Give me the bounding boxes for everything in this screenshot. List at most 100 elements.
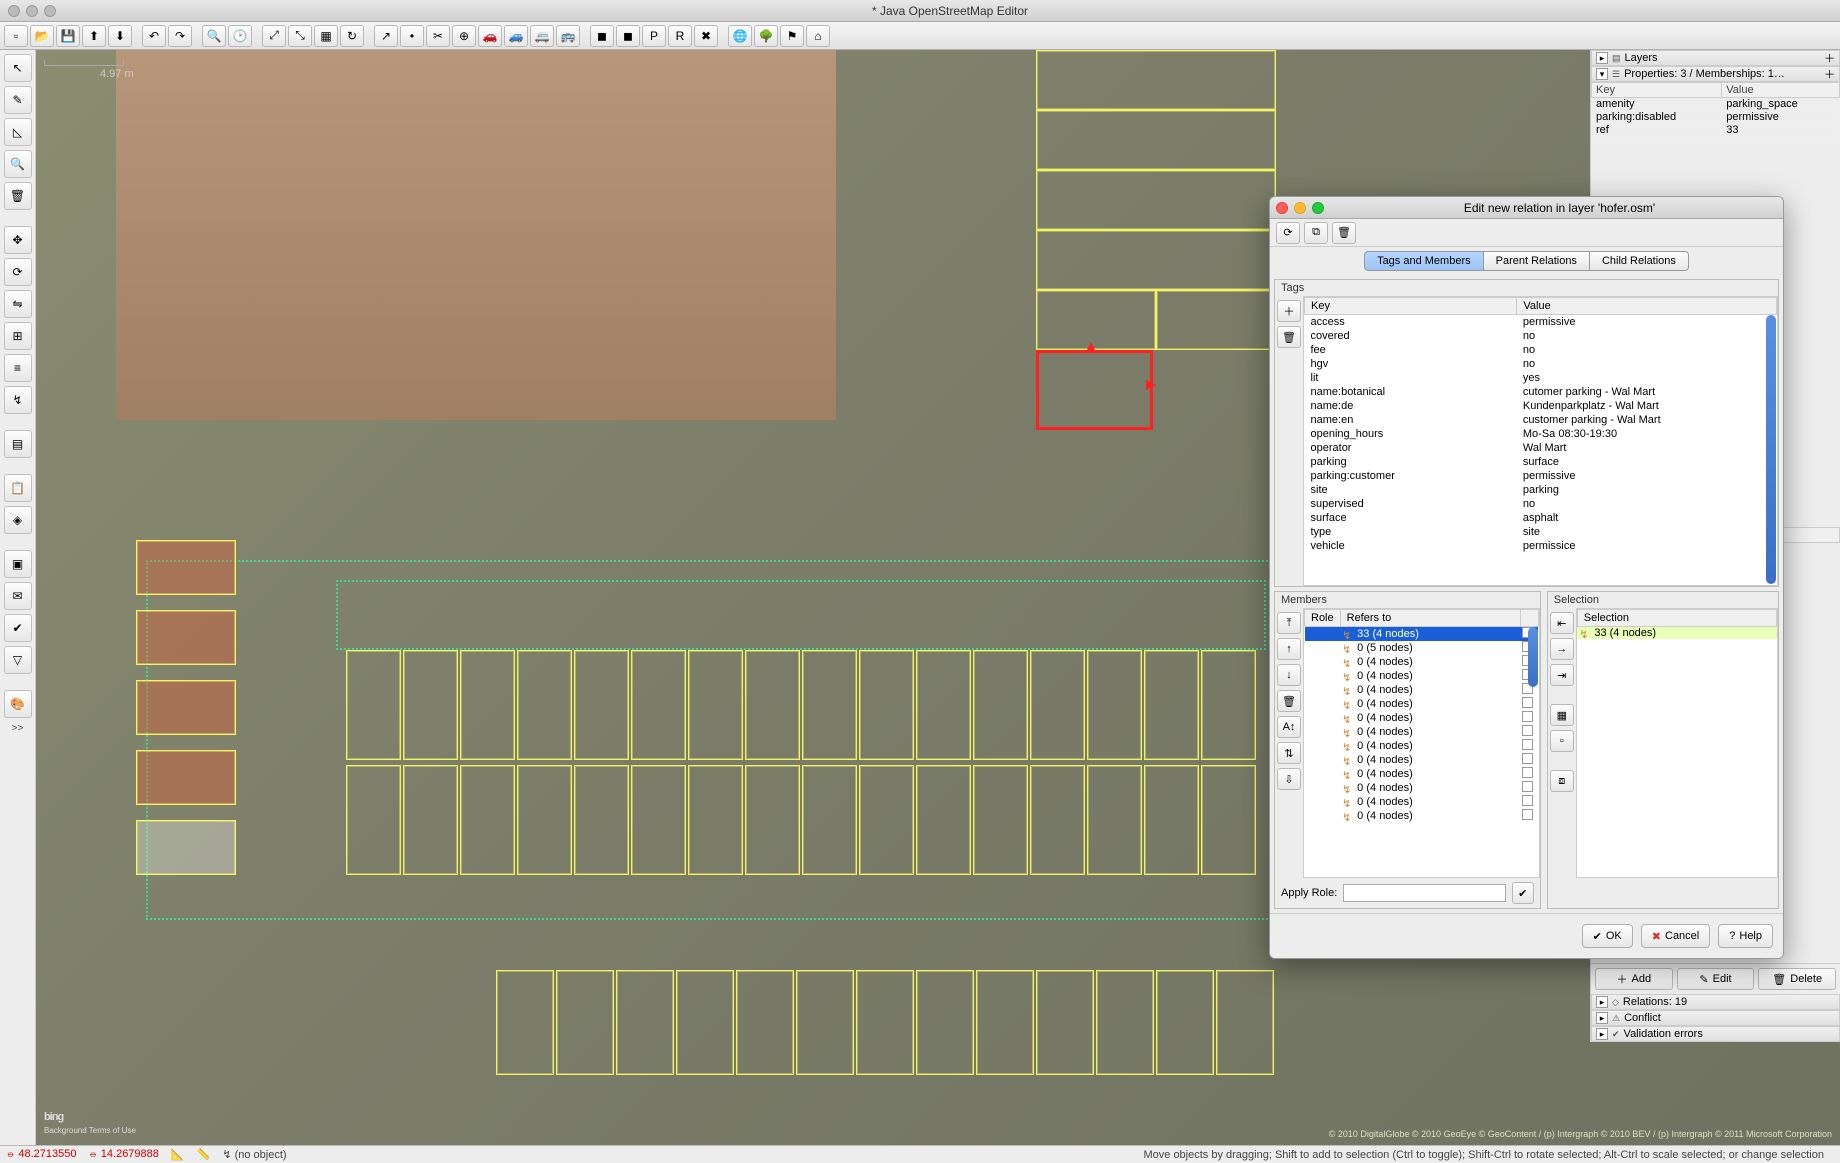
parking-space[interactable]	[688, 650, 743, 760]
parking-space[interactable]	[1201, 650, 1256, 760]
linked-checkbox[interactable]	[1522, 781, 1533, 792]
save-button[interactable]: 💾	[56, 25, 80, 47]
mirror-tool[interactable]: ⇋	[4, 290, 32, 318]
tag-row[interactable]: name:deKundenparkplatz - Wal Mart	[1305, 399, 1777, 413]
zoom-extent-button[interactable]: ⤢	[262, 25, 286, 47]
col-selection[interactable]: Selection	[1577, 610, 1776, 627]
member-row[interactable]: 0 (4 nodes)	[1305, 795, 1539, 809]
tag-row[interactable]: coveredno	[1305, 329, 1777, 343]
parking-space[interactable]	[1030, 765, 1085, 875]
tag-row[interactable]: hgvno	[1305, 357, 1777, 371]
dialog-minimize-icon[interactable]	[1294, 202, 1306, 214]
linked-checkbox[interactable]	[1522, 753, 1533, 764]
duplicate-icon[interactable]: ⧉	[1304, 222, 1328, 244]
way-button[interactable]: ↗	[374, 25, 398, 47]
tag-row[interactable]: name:encustomer parking - Wal Mart	[1305, 413, 1777, 427]
download-members-icon[interactable]: ⇩	[1277, 768, 1301, 790]
parking-space[interactable]	[676, 970, 734, 1075]
car3-button[interactable]: 🚐	[530, 25, 554, 47]
tag-row[interactable]: feeno	[1305, 343, 1777, 357]
member-row[interactable]: 0 (4 nodes)	[1305, 781, 1539, 795]
parking-space[interactable]	[802, 765, 857, 875]
sort-icon[interactable]: A↕	[1277, 716, 1301, 738]
conflict-panel-header[interactable]: ▸ ⚠ Conflict	[1591, 1010, 1840, 1026]
zoom-icon[interactable]	[44, 5, 56, 17]
parking-space[interactable]	[1144, 765, 1199, 875]
align-tool[interactable]: ≡	[4, 354, 32, 382]
parking-space[interactable]	[496, 970, 554, 1075]
tab-child-relations[interactable]: Child Relations	[1590, 251, 1689, 271]
move-down-icon[interactable]: ↓	[1277, 664, 1301, 686]
member-row[interactable]: 0 (4 nodes)	[1305, 711, 1539, 725]
property-row[interactable]: amenityparking_space	[1592, 98, 1840, 111]
tag-row[interactable]: typesite	[1305, 525, 1777, 539]
linked-checkbox[interactable]	[1522, 767, 1533, 778]
tree-button[interactable]: 🌳	[754, 25, 778, 47]
parking-space[interactable]	[796, 970, 854, 1075]
parking-space[interactable]	[973, 765, 1028, 875]
apply-role-input[interactable]	[1343, 884, 1506, 902]
parking-space[interactable]	[1216, 970, 1274, 1075]
member-row[interactable]: 0 (4 nodes)	[1305, 767, 1539, 781]
member-row[interactable]: 0 (4 nodes)	[1305, 725, 1539, 739]
property-row[interactable]: ref33	[1592, 124, 1840, 137]
preset-x-button[interactable]: ✖	[694, 25, 718, 47]
line-angle-tool[interactable]: ◺	[4, 118, 32, 146]
parking-space[interactable]	[556, 970, 614, 1075]
select-tool[interactable]: ↖	[4, 54, 32, 82]
parking-space[interactable]	[1096, 970, 1154, 1075]
reverse-tool[interactable]: ↯	[4, 386, 32, 414]
ok-button[interactable]: ✔OK	[1582, 924, 1633, 948]
scrollbar[interactable]	[1766, 315, 1776, 584]
open-button[interactable]: 📂	[30, 25, 54, 47]
edit-button[interactable]: ✎Edit	[1677, 968, 1755, 990]
style-tool[interactable]: 🎨	[4, 690, 32, 718]
delete-tag-icon[interactable]: 🗑	[1277, 326, 1301, 348]
parking-space[interactable]	[973, 650, 1028, 760]
col-role[interactable]: Role	[1305, 610, 1341, 627]
member-row[interactable]: 0 (5 nodes)	[1305, 641, 1539, 655]
tag-row[interactable]: operatorWal Mart	[1305, 441, 1777, 455]
dialog-titlebar[interactable]: Edit new relation in layer 'hofer.osm'	[1270, 197, 1783, 219]
remove-selection-icon[interactable]: ▫	[1550, 730, 1574, 752]
parking-space[interactable]	[346, 650, 401, 760]
bus-button[interactable]: 🚌	[556, 25, 580, 47]
linked-checkbox[interactable]	[1522, 809, 1533, 820]
linked-checkbox[interactable]	[1522, 725, 1533, 736]
tag-row[interactable]: opening_hoursMo-Sa 08:30-19:30	[1305, 427, 1777, 441]
parking-space[interactable]	[346, 765, 401, 875]
parking-space[interactable]	[403, 650, 458, 760]
expand-icon[interactable]: ▸	[1596, 1012, 1608, 1024]
collapse-icon[interactable]: ▾	[1596, 68, 1608, 80]
parking-space[interactable]	[916, 970, 974, 1075]
linked-checkbox[interactable]	[1522, 697, 1533, 708]
linked-checkbox[interactable]	[1522, 795, 1533, 806]
add-at-icon[interactable]: →	[1550, 638, 1574, 660]
select-in-map-icon[interactable]: ▦	[1550, 704, 1574, 726]
relations-panel-header[interactable]: ▸ ◇ Relations: 19	[1591, 994, 1840, 1010]
delete-button[interactable]: 🗑Delete	[1758, 968, 1836, 990]
member-row[interactable]: 0 (4 nodes)	[1305, 655, 1539, 669]
parking-space[interactable]	[736, 970, 794, 1075]
preset-r-button[interactable]: R	[668, 25, 692, 47]
tab-parent-relations[interactable]: Parent Relations	[1484, 251, 1590, 271]
col-value[interactable]: Value	[1517, 298, 1777, 315]
member-row[interactable]: 0 (4 nodes)	[1305, 739, 1539, 753]
member-row[interactable]: 0 (4 nodes)	[1305, 809, 1539, 823]
new-button[interactable]: ▫	[4, 25, 28, 47]
col-key[interactable]: Key	[1592, 83, 1722, 98]
members-table[interactable]: RoleRefers to 33 (4 nodes) 0 (5 nodes) 0…	[1303, 608, 1540, 878]
col-refers-to[interactable]: Refers to	[1340, 610, 1520, 627]
parking-space[interactable]	[1156, 970, 1214, 1075]
add-before-icon[interactable]: ⇤	[1550, 612, 1574, 634]
parking-space[interactable]	[460, 765, 515, 875]
node-button[interactable]: •	[400, 25, 424, 47]
car2-button[interactable]: 🚙	[504, 25, 528, 47]
add-after-icon[interactable]: ⇥	[1550, 664, 1574, 686]
minimize-icon[interactable]	[26, 5, 38, 17]
properties-panel-header[interactable]: ▾ ☰ Properties: 3 / Memberships: 1… ＋	[1591, 66, 1840, 82]
merge-button[interactable]: ⊕	[452, 25, 476, 47]
selected-parking-space[interactable]	[1036, 350, 1153, 430]
upload-button[interactable]: ⬆	[82, 25, 106, 47]
mail-tool[interactable]: ✉	[4, 582, 32, 610]
